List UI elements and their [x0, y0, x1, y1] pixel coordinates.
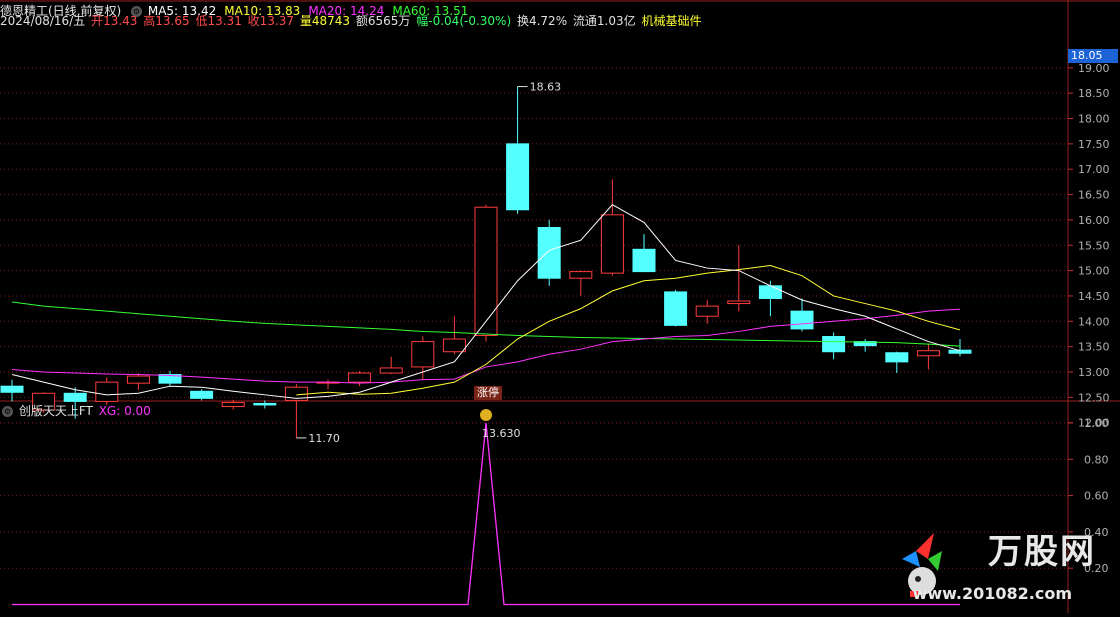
- y-tick-label: 17.50: [1078, 138, 1110, 151]
- y-tick-label: 13.00: [1078, 366, 1110, 379]
- candle-body: [885, 352, 909, 363]
- brand-url: www.201082.com: [912, 584, 1072, 603]
- current-price-tag: 18.05: [1068, 49, 1118, 63]
- volume-value: 48743: [311, 14, 351, 28]
- quote-bar: 2024/08/16/五 开13.43 高13.65 低13.31 收13.37…: [0, 12, 704, 30]
- indicator-name[interactable]: 创版天天上FT: [19, 404, 93, 418]
- candle-body: [0, 385, 24, 393]
- candle-body: [632, 248, 656, 273]
- brand-watermark: 万股网 www.201082.com: [882, 529, 1112, 609]
- candle-body: [727, 300, 751, 305]
- change-value: 幅-0.04(-0.30%): [416, 14, 512, 28]
- open-value: 13.43: [103, 14, 138, 28]
- chart-stage: 19.00 18.50 18.00 17.50 17.00 16.50 16.00 15.50…: [0, 0, 1120, 613]
- y-tick-label: 18.50: [1078, 87, 1110, 100]
- candle-body: [95, 381, 119, 402]
- close-label: 收: [247, 14, 260, 28]
- trade-date: 2024/08/16/五: [0, 14, 86, 28]
- candle-body: [537, 227, 561, 279]
- candle-body: [758, 285, 782, 299]
- y-tick-label: 15.50: [1078, 239, 1110, 252]
- candle-body: [190, 390, 214, 399]
- indicator-settings-icon[interactable]: ⚙: [2, 406, 13, 417]
- y-tick-label: 16.50: [1078, 189, 1110, 202]
- turnover-value: 换4.72%: [516, 14, 568, 28]
- indicator-y-tick-label: 1.00: [1084, 417, 1109, 430]
- open-label: 开: [91, 14, 104, 28]
- chart-svg[interactable]: 19.00 18.50 18.00 17.50 17.00 16.50 16.00 15.50…: [0, 0, 1120, 613]
- indicator-y-tick-label: 0.80: [1084, 453, 1109, 466]
- high-value: 13.65: [155, 14, 190, 28]
- brand-title: 万股网: [988, 532, 1096, 572]
- candle-body: [411, 341, 435, 368]
- candle-body: [506, 143, 530, 211]
- y-tick-label: 12.50: [1078, 391, 1110, 404]
- float-value: 流通1.03亿: [572, 14, 636, 28]
- candle-body: [474, 206, 498, 336]
- high-marker-label: 18.63: [530, 81, 562, 94]
- close-value: 13.37: [259, 14, 295, 28]
- amount-value: 额6565万: [355, 14, 411, 28]
- money-bag-icon: [480, 409, 492, 421]
- candle-body: [379, 367, 403, 374]
- indicator-line: [12, 422, 960, 606]
- indicator-xg: XG: 0.00: [98, 404, 151, 418]
- candle-body: [126, 375, 150, 384]
- candle-body: [442, 338, 466, 353]
- y-tick-label: 14.00: [1078, 315, 1110, 328]
- y-tick-label: 15.00: [1078, 265, 1110, 278]
- low-value: 13.31: [207, 14, 242, 28]
- candle-body: [822, 336, 846, 353]
- candle-body: [695, 305, 719, 317]
- y-tick-label: 16.00: [1078, 214, 1110, 227]
- y-tick-label: 13.50: [1078, 341, 1110, 354]
- candle-body: [221, 401, 245, 407]
- indicator-y-tick-label: 0.60: [1084, 490, 1109, 503]
- high-label: 高: [143, 14, 156, 28]
- candle-body: [916, 350, 940, 357]
- low-label: 低: [195, 14, 208, 28]
- y-tick-label: 14.50: [1078, 290, 1110, 303]
- y-tick-label: 19.00: [1078, 62, 1110, 75]
- y-tick-label: 17.00: [1078, 163, 1110, 176]
- volume-label: 量: [299, 14, 312, 28]
- candle-body: [790, 310, 814, 330]
- candle-body: [664, 291, 688, 326]
- candle-body: [63, 392, 87, 402]
- candle-body: [569, 271, 593, 279]
- y-tick-label: 18.00: [1078, 113, 1110, 126]
- low-marker-label: 11.70: [308, 432, 340, 445]
- sector-label[interactable]: 机械基础件: [641, 14, 701, 28]
- candle-body: [600, 214, 624, 274]
- indicator-peak-label: 13.630: [482, 427, 521, 440]
- indicator-header: ⚙ 创版天天上FT XG: 0.00: [0, 402, 153, 420]
- candle-body: [253, 402, 277, 406]
- limit-up-badge: 涨停: [474, 386, 502, 400]
- candle-body: [348, 372, 372, 383]
